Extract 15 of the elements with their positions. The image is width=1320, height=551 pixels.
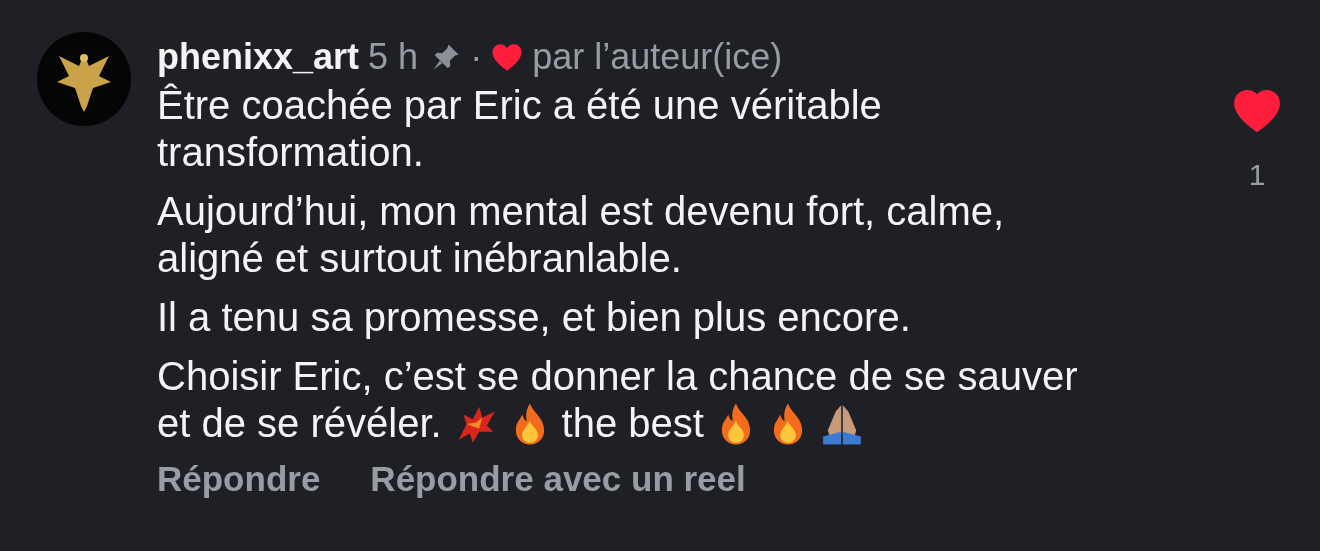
- separator-dot: ·: [470, 36, 483, 78]
- comment-text: Être coachée par Eric a été une véritable transformation.: [157, 82, 883, 176]
- like-button[interactable]: [1234, 90, 1280, 132]
- comment-text: Aujourd’hui, mon mental est devenu fort, calme, aligné et surtout inébranlable.: [157, 188, 1006, 282]
- author-like-label: par l’auteur(ice): [532, 36, 783, 78]
- like-count: 1: [1248, 158, 1266, 192]
- timestamp: 5 h: [368, 36, 419, 78]
- username[interactable]: phenixx_art: [157, 36, 360, 78]
- comment-text: the best: [561, 400, 704, 447]
- comment-text: Choisir Eric, c’est se donner la chance de se sauver: [157, 353, 1078, 400]
- avatar-icon[interactable]: [37, 32, 131, 126]
- reply-button[interactable]: Répondre avec un reel: [370, 459, 746, 499]
- comment-text: Il a tenu sa promesse, et bien plus encore.: [157, 294, 911, 341]
- reply-button[interactable]: Répondre: [157, 459, 321, 499]
- comment-text: et de se révéler.: [157, 400, 442, 447]
